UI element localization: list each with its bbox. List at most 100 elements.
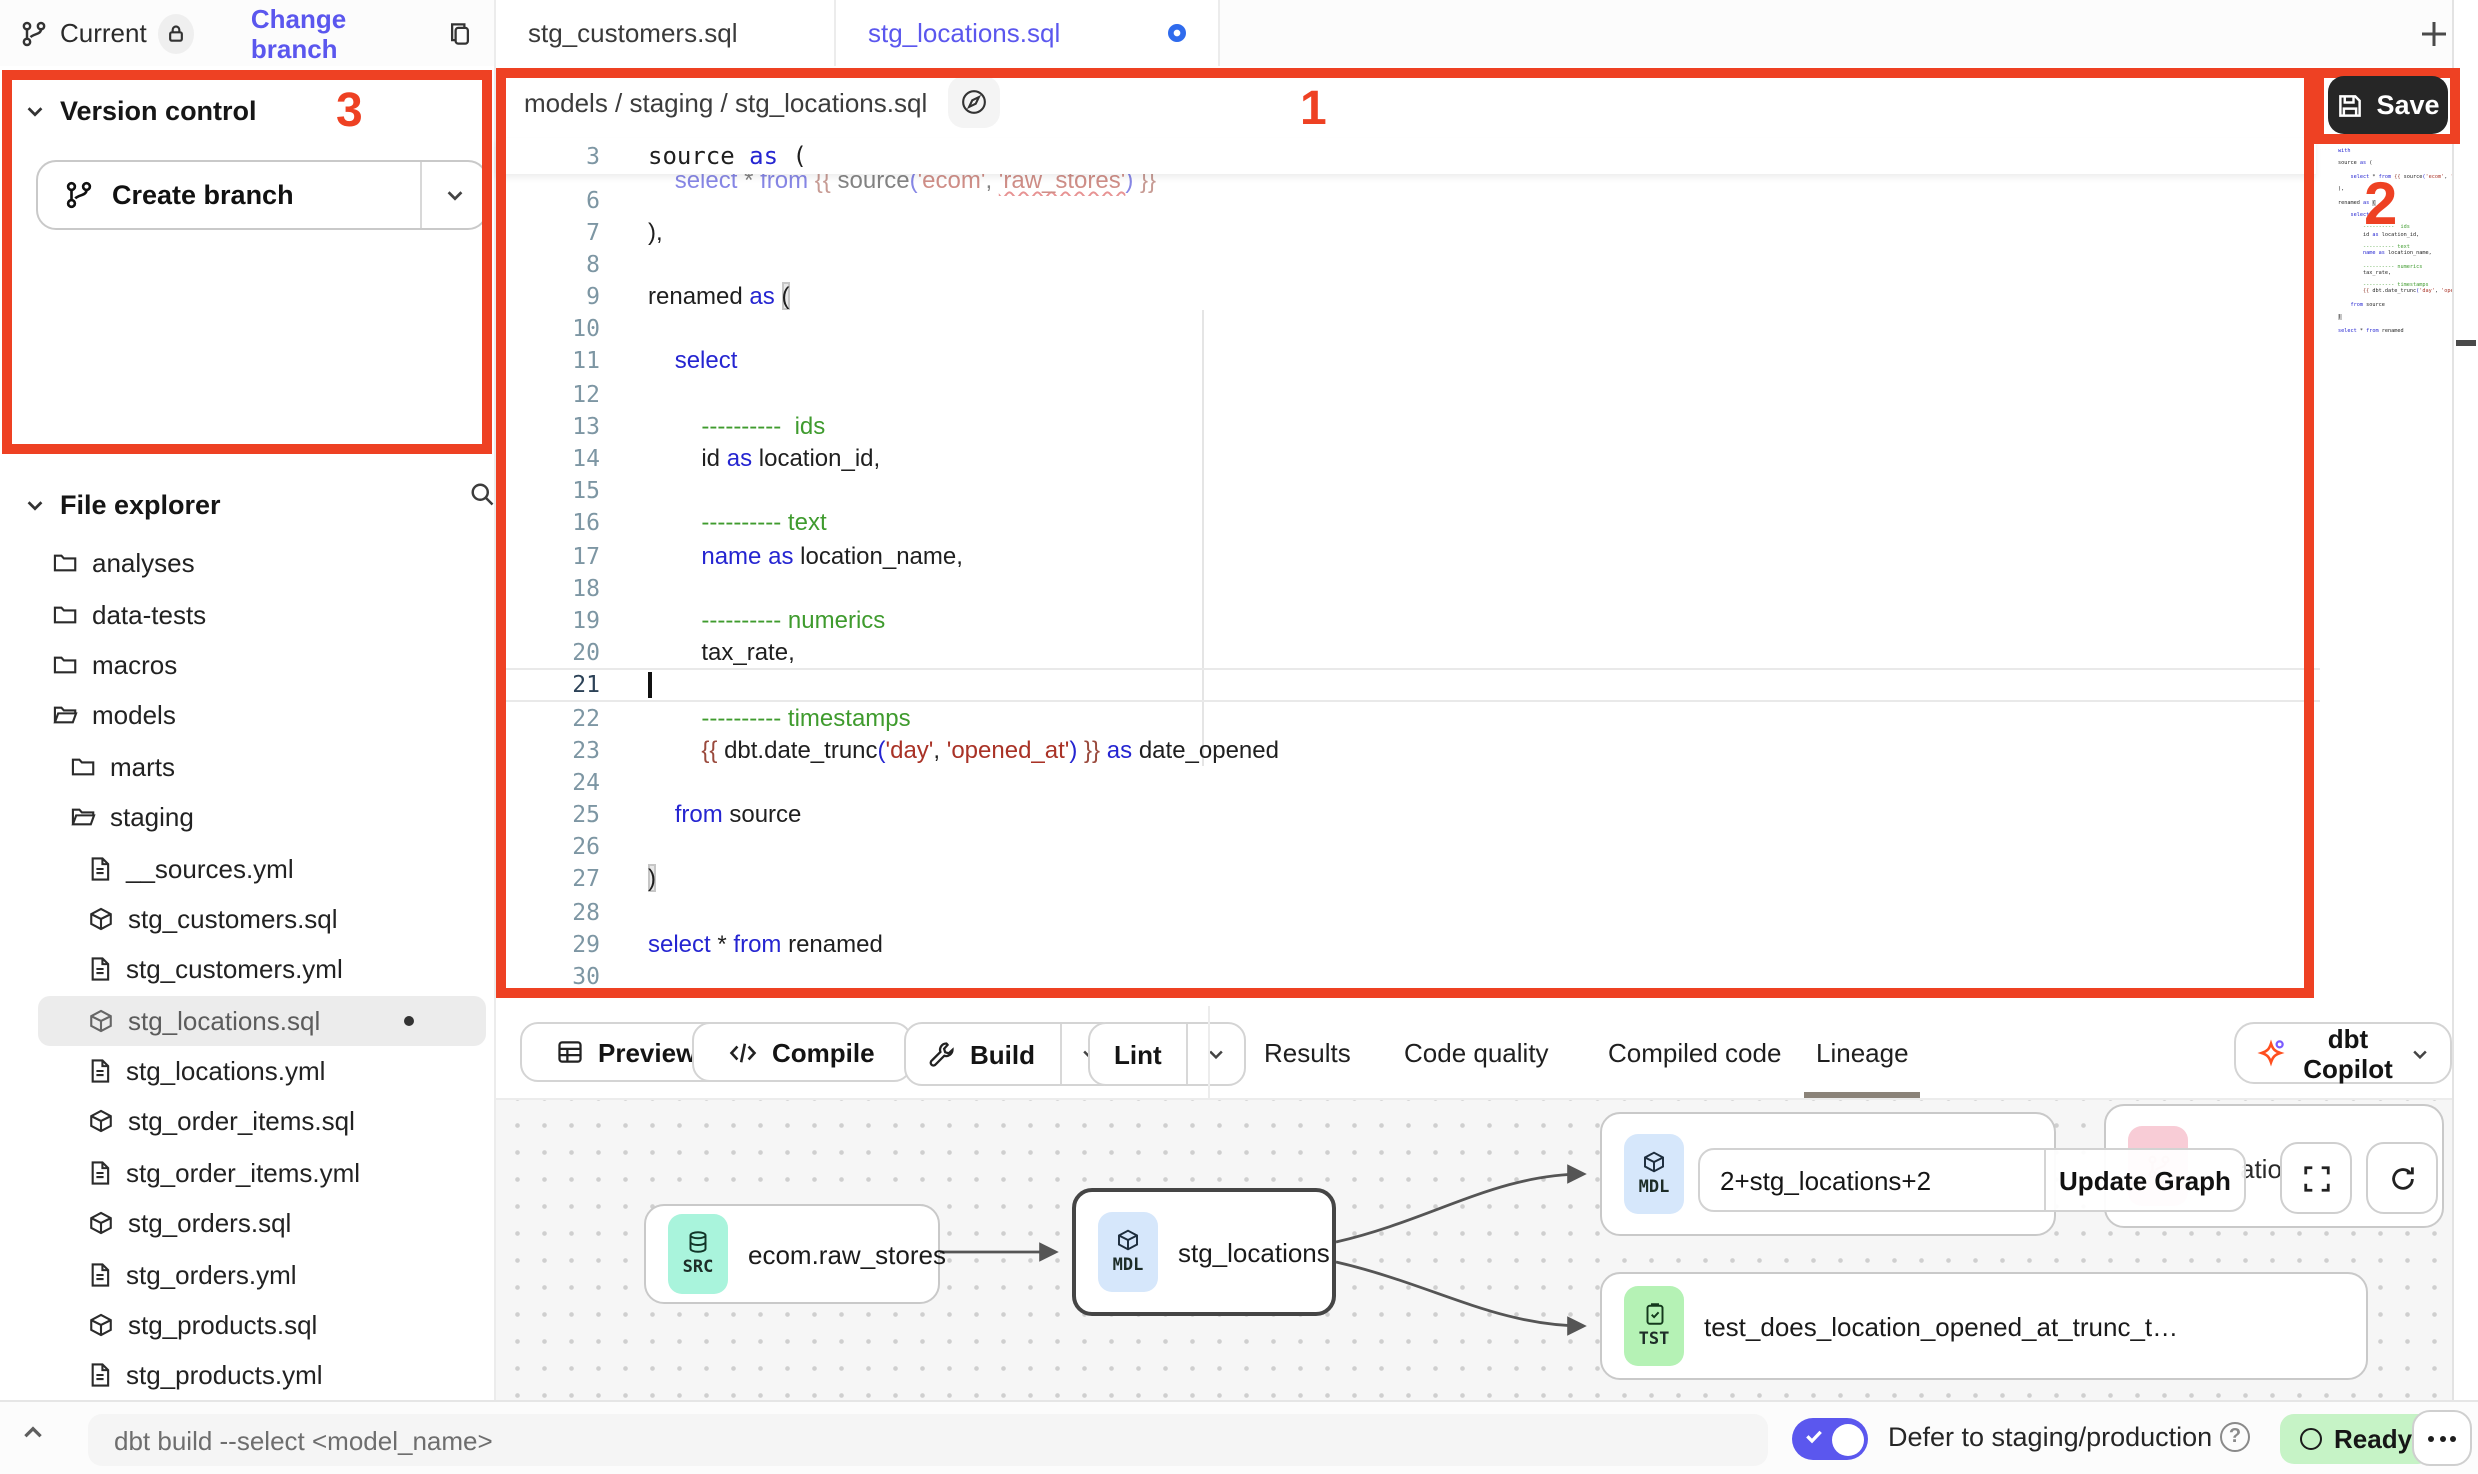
- file-explorer-item[interactable]: stg_products.sql: [38, 1300, 486, 1351]
- build-button[interactable]: Build: [904, 1022, 1119, 1086]
- line-number: 26: [496, 831, 600, 863]
- file-explorer-item[interactable]: data-tests: [38, 589, 486, 640]
- file-explorer-item[interactable]: models: [38, 690, 486, 741]
- file-explorer-item[interactable]: macros: [38, 640, 486, 691]
- folder-icon: [52, 652, 78, 678]
- line-code: ---------- timestamps: [648, 701, 911, 733]
- file-explorer-item[interactable]: staging: [38, 792, 486, 843]
- code-line[interactable]: 23 {{ dbt.date_trunc('day', 'opened_at')…: [496, 733, 2320, 765]
- lineage-canvas[interactable]: MDL locations atio SRC ecom.raw_stores M…: [496, 1100, 2452, 1400]
- help-icon[interactable]: ?: [2220, 1422, 2250, 1452]
- folder-open-icon: [70, 804, 96, 830]
- tab-stg-locations[interactable]: stg_locations.sql: [836, 0, 1220, 66]
- file-explorer-item[interactable]: stg_order_items.yml: [38, 1147, 486, 1198]
- defer-toggle[interactable]: [1792, 1418, 1868, 1460]
- code-line[interactable]: 12: [496, 377, 2320, 409]
- refresh-button[interactable]: [2366, 1142, 2438, 1214]
- branch-area: Current Change branch: [0, 0, 496, 66]
- ready-label: Ready: [2334, 1424, 2412, 1454]
- more-options-button[interactable]: [2412, 1410, 2472, 1466]
- code-line[interactable]: 14 id as location_id,: [496, 442, 2320, 474]
- change-branch-link[interactable]: Change branch: [251, 3, 422, 63]
- code-line[interactable]: 7 ),: [496, 215, 2320, 247]
- file-explorer-item[interactable]: stg_customers.sql: [38, 893, 486, 944]
- file-explorer-item[interactable]: stg_customers.yml: [38, 944, 486, 995]
- create-branch-dropdown[interactable]: [420, 162, 486, 228]
- panel-drag-handle[interactable]: [2456, 340, 2476, 346]
- file-explorer-item[interactable]: stg_locations.yml: [38, 1046, 486, 1097]
- lineage-selector-input[interactable]: 2+stg_locations+2: [1700, 1150, 2044, 1210]
- copilot-icon: [2256, 1038, 2286, 1068]
- code-line[interactable]: 17 name as location_name,: [496, 539, 2320, 571]
- line-number: 12: [496, 377, 600, 409]
- code-line[interactable]: 22 ---------- timestamps: [496, 701, 2320, 733]
- sticky-line[interactable]: 3 source as (: [496, 138, 2316, 174]
- code-line[interactable]: 10: [496, 313, 2320, 345]
- section-title: Version control: [60, 95, 257, 125]
- line-number: 3: [496, 142, 600, 170]
- command-input[interactable]: dbt build --select <model_name>: [88, 1414, 1768, 1466]
- mdl-badge: MDL: [1098, 1212, 1158, 1292]
- code-line[interactable]: 16 ---------- text: [496, 507, 2320, 539]
- file-explorer-item[interactable]: stg_order_items.sql: [38, 1097, 486, 1148]
- lint-label: Lint: [1114, 1039, 1162, 1069]
- toggle-knob: [1831, 1423, 1863, 1455]
- code-line[interactable]: 25 from source: [496, 798, 2320, 830]
- code-line[interactable]: 18: [496, 572, 2320, 604]
- code-line[interactable]: 20 tax_rate,: [496, 636, 2320, 668]
- file-explorer-item[interactable]: stg_orders.sql: [38, 1198, 486, 1249]
- dbt-copilot-button[interactable]: dbt Copilot: [2234, 1022, 2452, 1084]
- line-number: 20: [496, 636, 600, 668]
- fullscreen-button[interactable]: [2280, 1142, 2352, 1214]
- lint-dropdown-chevron[interactable]: [1186, 1024, 1244, 1084]
- code-line[interactable]: 9 renamed as (: [496, 280, 2320, 312]
- code-line[interactable]: 28: [496, 895, 2320, 927]
- file-explorer-header[interactable]: File explorer: [0, 480, 520, 528]
- tab-code-quality[interactable]: Code quality: [1404, 1006, 1549, 1098]
- lineage-node-source[interactable]: SRC ecom.raw_stores: [644, 1204, 940, 1304]
- tab-results[interactable]: Results: [1264, 1006, 1351, 1098]
- copy-icon[interactable]: [446, 19, 474, 47]
- tab-stg-customers[interactable]: stg_customers.sql: [496, 0, 836, 66]
- save-button[interactable]: Save: [2328, 76, 2448, 134]
- lineage-selector: 2+stg_locations+2 Update Graph: [1698, 1148, 2246, 1212]
- update-graph-button[interactable]: Update Graph: [2044, 1150, 2244, 1210]
- compass-icon[interactable]: [947, 76, 999, 128]
- lineage-node-test[interactable]: TST test_does_location_opened_at_trunc_t…: [1600, 1272, 2368, 1380]
- chevron-down-icon: [24, 493, 46, 515]
- file-explorer-item[interactable]: stg_products.yml: [38, 1351, 486, 1402]
- tab-lineage[interactable]: Lineage: [1816, 1006, 1909, 1098]
- code-line[interactable]: 30: [496, 960, 2320, 992]
- file-explorer-item[interactable]: __sources.yml: [38, 843, 486, 894]
- code-line[interactable]: 21: [496, 669, 2320, 701]
- file-explorer-item[interactable]: marts: [38, 741, 486, 792]
- file-explorer-item[interactable]: stg_locations.sql: [38, 995, 486, 1046]
- file-explorer-item[interactable]: analyses: [38, 538, 486, 589]
- file-label: stg_customers.sql: [128, 904, 338, 934]
- line-code: {{ dbt.date_trunc('day', 'opened_at') }}…: [648, 733, 1279, 765]
- file-explorer-item[interactable]: stg_orders.yml: [38, 1249, 486, 1300]
- code-line[interactable]: 13 ---------- ids: [496, 410, 2320, 442]
- version-control-header[interactable]: Version control: [0, 86, 520, 134]
- code-line[interactable]: 15: [496, 474, 2320, 506]
- new-tab-button[interactable]: [2416, 14, 2456, 54]
- code-line[interactable]: 26: [496, 831, 2320, 863]
- tab-compiled-code[interactable]: Compiled code: [1608, 1006, 1781, 1098]
- minimap[interactable]: with source as ( select * from {{ source…: [2338, 148, 2452, 388]
- collapse-chevron-icon[interactable]: [20, 1420, 46, 1446]
- lineage-node-model[interactable]: MDL stg_locations: [1072, 1188, 1336, 1316]
- tab-label: stg_locations.sql: [868, 18, 1060, 48]
- code-line[interactable]: 19 ---------- numerics: [496, 604, 2320, 636]
- section-title: File explorer: [60, 489, 221, 519]
- create-branch-button[interactable]: Create branch: [36, 160, 488, 230]
- create-branch-main[interactable]: Create branch: [38, 162, 420, 228]
- code-line[interactable]: 29 select * from renamed: [496, 928, 2320, 960]
- node-label: test_does_location_opened_at_trunc_t…: [1704, 1311, 2178, 1341]
- compile-button[interactable]: Compile: [692, 1022, 913, 1082]
- search-icon[interactable]: [468, 480, 496, 508]
- code-line[interactable]: 8: [496, 248, 2320, 280]
- code-line[interactable]: 24: [496, 766, 2320, 798]
- code-line[interactable]: 27 ): [496, 863, 2320, 895]
- lint-button[interactable]: Lint: [1088, 1022, 1246, 1086]
- code-line[interactable]: 11 select: [496, 345, 2320, 377]
